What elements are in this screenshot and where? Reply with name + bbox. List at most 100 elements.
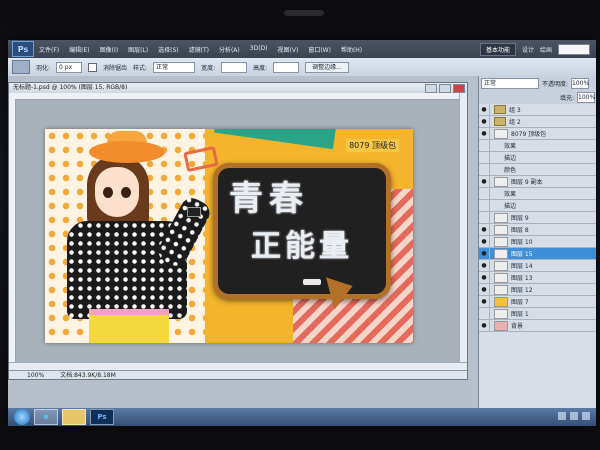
artwork-canvas[interactable]: 8079 顶级包 青春 正能量: [45, 129, 413, 343]
internet-explorer-icon[interactable]: e: [34, 409, 58, 425]
price-tag: 8079 顶级包: [346, 139, 399, 152]
workspace-essentials-button[interactable]: 基本功能: [479, 43, 516, 56]
menu-3d[interactable]: 3D(D): [249, 45, 269, 54]
eye-icon[interactable]: ●: [479, 260, 490, 271]
options-bar: 羽化: 0 px 消除锯齿 样式: 正常 宽度: 高度: 调整边缘...: [8, 58, 596, 77]
layer-name: 效果: [504, 191, 517, 198]
eye-icon[interactable]: ●: [479, 128, 490, 139]
menu-layer[interactable]: 图层(L): [127, 45, 149, 54]
eye-icon[interactable]: [479, 200, 490, 211]
layer-row[interactable]: 图层 1: [479, 308, 596, 320]
eye-icon[interactable]: [479, 140, 490, 151]
layer-thumbnail: [494, 260, 508, 271]
layers-panel-fill-row: 填充: 100%: [479, 90, 596, 104]
vertical-scrollbar[interactable]: [459, 93, 467, 363]
search-input[interactable]: [558, 44, 590, 55]
layer-row[interactable]: ● 背景: [479, 320, 596, 332]
layer-name: 图层 14: [511, 263, 533, 270]
eye-icon[interactable]: ●: [479, 296, 490, 307]
layer-row[interactable]: ● 图层 13: [479, 272, 596, 284]
style-label: 样式:: [133, 64, 148, 72]
eye-icon[interactable]: ●: [479, 104, 490, 115]
close-icon[interactable]: [453, 84, 465, 93]
eye-icon[interactable]: [479, 152, 490, 163]
eye-icon[interactable]: [479, 212, 490, 223]
menu-help[interactable]: 帮助(H): [340, 45, 363, 54]
eye-icon[interactable]: ●: [479, 176, 490, 187]
chalk-icon: [303, 279, 321, 285]
eye-icon[interactable]: ●: [479, 224, 490, 235]
eye-icon[interactable]: [479, 188, 490, 199]
height-input[interactable]: [273, 61, 300, 73]
headline-line1: 青春: [229, 179, 309, 219]
fill-label: 填充:: [559, 94, 574, 102]
layer-row[interactable]: ● 图层 10: [479, 236, 596, 248]
photoshop-taskbar-icon[interactable]: Ps: [90, 409, 114, 425]
layer-row[interactable]: ● 图层 12: [479, 284, 596, 296]
fill-input[interactable]: 100%: [577, 91, 595, 103]
layers-panel: 正常 不透明度: 100% 填充: 100% ● 组 3 ● 组 2 ● 8079 顶…: [478, 76, 596, 420]
layers-list: ● 组 3 ● 组 2 ● 8079 顶级包 效果 描边 颜色 ● 图层 9 副本 效果…: [479, 104, 596, 332]
layer-name: 图层 12: [511, 287, 533, 294]
layer-row[interactable]: ● 组 2: [479, 116, 596, 128]
eye-icon[interactable]: [479, 164, 490, 175]
refine-edge-button[interactable]: 调整边缘...: [305, 61, 349, 73]
network-icon[interactable]: [558, 412, 566, 420]
menu-view[interactable]: 视图(V): [277, 45, 300, 54]
layer-row[interactable]: 效果: [479, 140, 596, 152]
zoom-status[interactable]: 100%: [27, 372, 44, 379]
menu-select[interactable]: 选择(S): [157, 45, 180, 54]
eye-icon[interactable]: ●: [479, 272, 490, 283]
layer-row[interactable]: ● 图层 7: [479, 296, 596, 308]
layer-row[interactable]: 颜色: [479, 164, 596, 176]
minimize-icon[interactable]: [425, 84, 437, 93]
eye-icon[interactable]: ●: [479, 284, 490, 295]
eye-icon[interactable]: ●: [479, 236, 490, 247]
layer-row[interactable]: ● 图层 14: [479, 260, 596, 272]
layer-row-selected[interactable]: ● 图层 15: [479, 248, 596, 260]
layer-row[interactable]: ● 图层 9 副本: [479, 176, 596, 188]
volume-icon[interactable]: [570, 412, 578, 420]
width-input[interactable]: [221, 61, 248, 73]
layer-row[interactable]: ● 组 3: [479, 104, 596, 116]
layer-row[interactable]: ● 8079 顶级包: [479, 128, 596, 140]
horizontal-scrollbar[interactable]: [9, 362, 467, 370]
opacity-input[interactable]: 100%: [571, 77, 589, 89]
start-button-icon[interactable]: [14, 409, 30, 425]
style-select[interactable]: 正常: [153, 61, 196, 73]
document-tab[interactable]: 无标题-1.psd @ 100% (图层 15, RGB/8): [9, 83, 467, 93]
eye-icon[interactable]: ●: [479, 116, 490, 127]
layer-row[interactable]: 描边: [479, 200, 596, 212]
layer-row[interactable]: 效果: [479, 188, 596, 200]
layer-row[interactable]: ● 图层 8: [479, 224, 596, 236]
layer-row[interactable]: 图层 9: [479, 212, 596, 224]
menu-file[interactable]: 文件(F): [38, 45, 60, 54]
photoshop-logo-icon: Ps: [12, 41, 34, 57]
marquee-tool-icon[interactable]: [12, 60, 30, 74]
menu-window[interactable]: 窗口(W): [307, 45, 332, 54]
workspace-design-link[interactable]: 设计: [522, 45, 534, 54]
vertical-ruler: [9, 99, 16, 363]
eye-icon[interactable]: ●: [479, 248, 490, 259]
flag-icon[interactable]: [582, 412, 590, 420]
feather-input[interactable]: 0 px: [56, 61, 83, 73]
layer-row[interactable]: 描边: [479, 152, 596, 164]
menu-analysis[interactable]: 分析(A): [218, 45, 241, 54]
maximize-icon[interactable]: [439, 84, 451, 93]
layer-thumbnail: [494, 308, 508, 319]
document-status-bar: 100% 文档:843.9K/8.18M: [9, 370, 467, 379]
layer-thumbnail: [494, 284, 508, 295]
menu-edit[interactable]: 编辑(E): [68, 45, 90, 54]
menu-filter[interactable]: 滤镜(T): [188, 45, 210, 54]
document-size-status: 文档:843.9K/8.18M: [60, 372, 116, 379]
height-label: 高度:: [253, 64, 268, 72]
eye-icon[interactable]: ●: [479, 320, 490, 331]
workspace-paint-link[interactable]: 绘画: [540, 45, 552, 54]
antialias-checkbox[interactable]: [88, 62, 98, 72]
eye-icon[interactable]: [479, 308, 490, 319]
blend-mode-select[interactable]: 正常: [481, 77, 539, 89]
layer-name: 图层 13: [511, 275, 533, 282]
layer-name: 描边: [504, 203, 517, 210]
menu-image[interactable]: 图像(I): [99, 45, 119, 54]
file-explorer-icon[interactable]: [62, 409, 86, 425]
